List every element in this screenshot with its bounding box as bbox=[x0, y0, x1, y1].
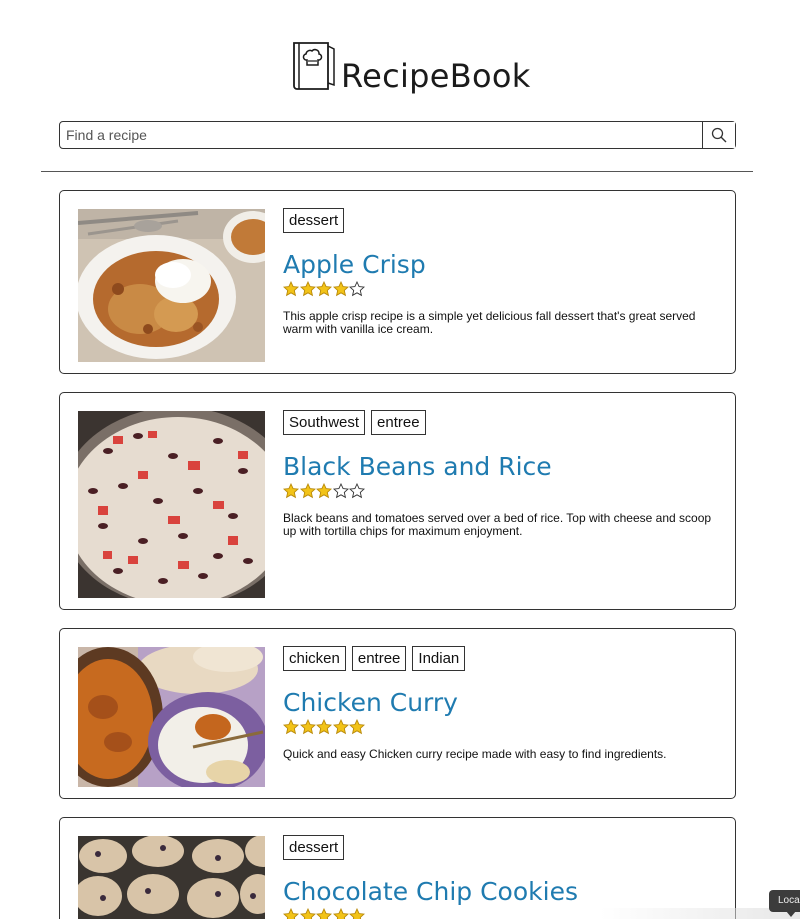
header: RecipeBook bbox=[0, 38, 800, 104]
recipe-title[interactable]: Apple Crisp bbox=[283, 250, 723, 280]
recipe-image[interactable] bbox=[78, 836, 265, 919]
star-empty-icon bbox=[332, 483, 349, 499]
star-empty-icon bbox=[349, 281, 365, 297]
recipe-tags: dessert bbox=[283, 835, 723, 860]
search-input[interactable] bbox=[60, 122, 702, 148]
recipe-description: Quick and easy Chicken curry recipe made… bbox=[283, 747, 667, 761]
recipe-description: This apple crisp recipe is a simple yet … bbox=[283, 309, 696, 336]
star-filled-icon bbox=[316, 281, 332, 297]
star-filled-icon bbox=[349, 908, 365, 919]
recipe-tag[interactable]: Southwest bbox=[283, 410, 366, 435]
recipe-tags: dessert bbox=[283, 208, 723, 233]
recipe-image[interactable] bbox=[78, 411, 265, 598]
star-filled-icon bbox=[283, 719, 299, 735]
recipe-card[interactable]: dessert Chocolate Chip Cookies bbox=[59, 817, 736, 919]
recipe-body: dessert Chocolate Chip Cookies bbox=[283, 835, 723, 919]
recipe-title[interactable]: Chicken Curry bbox=[283, 688, 723, 718]
star-filled-icon bbox=[283, 281, 299, 297]
search-icon bbox=[711, 127, 727, 143]
star-rating bbox=[283, 483, 723, 501]
recipe-book-logo-icon bbox=[293, 42, 335, 90]
star-filled-icon bbox=[283, 483, 299, 499]
star-filled-icon bbox=[332, 719, 349, 735]
star-rating bbox=[283, 719, 723, 737]
star-rating bbox=[283, 281, 723, 299]
star-filled-icon bbox=[316, 719, 332, 735]
star-filled-icon bbox=[349, 719, 365, 735]
recipe-description: Black beans and tomatoes served over a b… bbox=[283, 511, 712, 538]
recipe-tag[interactable]: entree bbox=[351, 646, 407, 671]
search-bar bbox=[59, 121, 736, 149]
star-filled-icon bbox=[332, 908, 349, 919]
recipe-card[interactable]: dessert Apple Crisp This apple crisp rec… bbox=[59, 190, 736, 374]
recipe-body: chicken entree Indian Chicken Curry Quic… bbox=[283, 646, 723, 761]
tooltip-tail bbox=[786, 911, 796, 917]
recipe-body: Southwest entree Black Beans and Rice Bl… bbox=[283, 410, 723, 538]
star-filled-icon bbox=[299, 281, 316, 297]
search-button[interactable] bbox=[702, 122, 735, 148]
recipe-body: dessert Apple Crisp This apple crisp rec… bbox=[283, 208, 723, 336]
recipe-tag[interactable]: dessert bbox=[283, 835, 345, 860]
star-filled-icon bbox=[299, 719, 316, 735]
recipe-tag[interactable]: dessert bbox=[283, 208, 345, 233]
star-empty-icon bbox=[349, 483, 365, 499]
recipe-tags: chicken entree Indian bbox=[283, 646, 723, 671]
recipe-image[interactable] bbox=[78, 209, 265, 362]
recipe-tags: Southwest entree bbox=[283, 410, 723, 435]
recipe-title[interactable]: Black Beans and Rice bbox=[283, 452, 723, 482]
star-filled-icon bbox=[316, 908, 332, 919]
status-tooltip: Loca bbox=[769, 890, 800, 912]
star-filled-icon bbox=[316, 483, 332, 499]
recipe-card[interactable]: chicken entree Indian Chicken Curry Quic… bbox=[59, 628, 736, 799]
star-filled-icon bbox=[332, 281, 349, 297]
recipe-tag[interactable]: chicken bbox=[283, 646, 346, 671]
star-filled-icon bbox=[299, 908, 316, 919]
recipe-title[interactable]: Chocolate Chip Cookies bbox=[283, 877, 723, 907]
app-title: RecipeBook bbox=[341, 57, 531, 95]
recipe-tag[interactable]: entree bbox=[371, 410, 426, 435]
recipe-image[interactable] bbox=[78, 647, 265, 787]
header-divider bbox=[41, 171, 753, 172]
star-filled-icon bbox=[283, 908, 299, 919]
recipe-card[interactable]: Southwest entree Black Beans and Rice Bl… bbox=[59, 392, 736, 610]
star-filled-icon bbox=[299, 483, 316, 499]
recipe-tag[interactable]: Indian bbox=[412, 646, 466, 671]
